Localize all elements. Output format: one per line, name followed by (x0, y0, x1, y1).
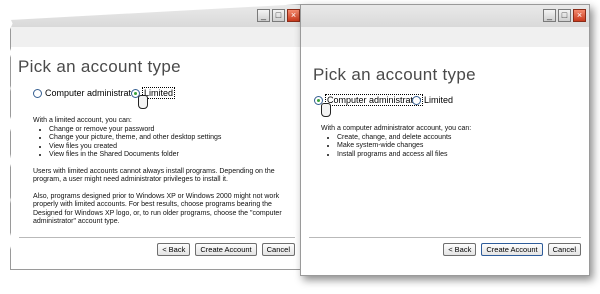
divider (309, 237, 581, 238)
minimize-icon[interactable]: _ (543, 9, 556, 22)
hand-cursor-icon (138, 95, 148, 109)
administrator-account-window: _ □ × Pick an account type Computer admi… (300, 4, 590, 276)
list-item: Change your picture, theme, and other de… (49, 134, 298, 143)
account-description: With a limited account, you can: Change … (33, 117, 298, 227)
account-description: With a computer administrator account, y… (321, 125, 581, 159)
button-row: < Back Create Account Cancel (157, 243, 295, 256)
list-item: View files in the Shared Documents folde… (49, 151, 298, 160)
compatibility-note: Also, programs designed prior to Windows… (33, 192, 282, 226)
limited-account-window: _ □ × Pick an account type Computer admi… (10, 4, 304, 270)
title-bar: _ □ × (301, 5, 589, 27)
divider (19, 237, 295, 238)
header-band (301, 27, 589, 47)
capability-list: Create, change, and delete accounts Make… (321, 134, 581, 160)
cancel-button[interactable]: Cancel (547, 243, 581, 256)
radio-label: Computer administrator (45, 88, 140, 98)
radio-computer-administrator[interactable]: Computer administrator (33, 88, 139, 98)
close-icon[interactable]: × (573, 9, 586, 22)
close-icon[interactable]: × (287, 9, 300, 22)
create-account-button[interactable]: Create Account (195, 243, 257, 256)
radio-limited[interactable]: Limited (412, 95, 453, 105)
list-item: Change or remove your password (49, 126, 298, 135)
radio-label: Computer administrator (324, 94, 424, 106)
back-button[interactable]: < Back (443, 243, 477, 256)
minimize-icon[interactable]: _ (257, 9, 270, 22)
header-band (11, 27, 303, 47)
list-item: View files you created (49, 143, 298, 152)
title-bar: _ □ × (11, 5, 303, 27)
maximize-icon[interactable]: □ (272, 9, 285, 22)
page-title: Pick an account type (18, 57, 181, 76)
intro-text: With a limited account, you can: (33, 117, 132, 124)
page-title: Pick an account type (313, 65, 476, 84)
radio-label: Limited (424, 95, 454, 105)
button-row: < Back Create Account Cancel (443, 243, 581, 256)
install-note: Users with limited accounts cannot alway… (33, 167, 275, 184)
list-item: Install programs and access all files (337, 151, 581, 160)
create-account-button[interactable]: Create Account (481, 243, 543, 256)
hand-cursor-icon (321, 103, 331, 117)
capability-list: Change or remove your password Change yo… (33, 126, 298, 160)
list-item: Create, change, and delete accounts (337, 134, 581, 143)
cancel-button[interactable]: Cancel (261, 243, 295, 256)
maximize-icon[interactable]: □ (558, 9, 571, 22)
intro-text: With a computer administrator account, y… (321, 125, 472, 132)
radio-button[interactable] (33, 88, 42, 98)
back-button[interactable]: < Back (157, 243, 191, 256)
radio-button[interactable] (412, 95, 421, 105)
list-item: Make system-wide changes (337, 142, 581, 151)
